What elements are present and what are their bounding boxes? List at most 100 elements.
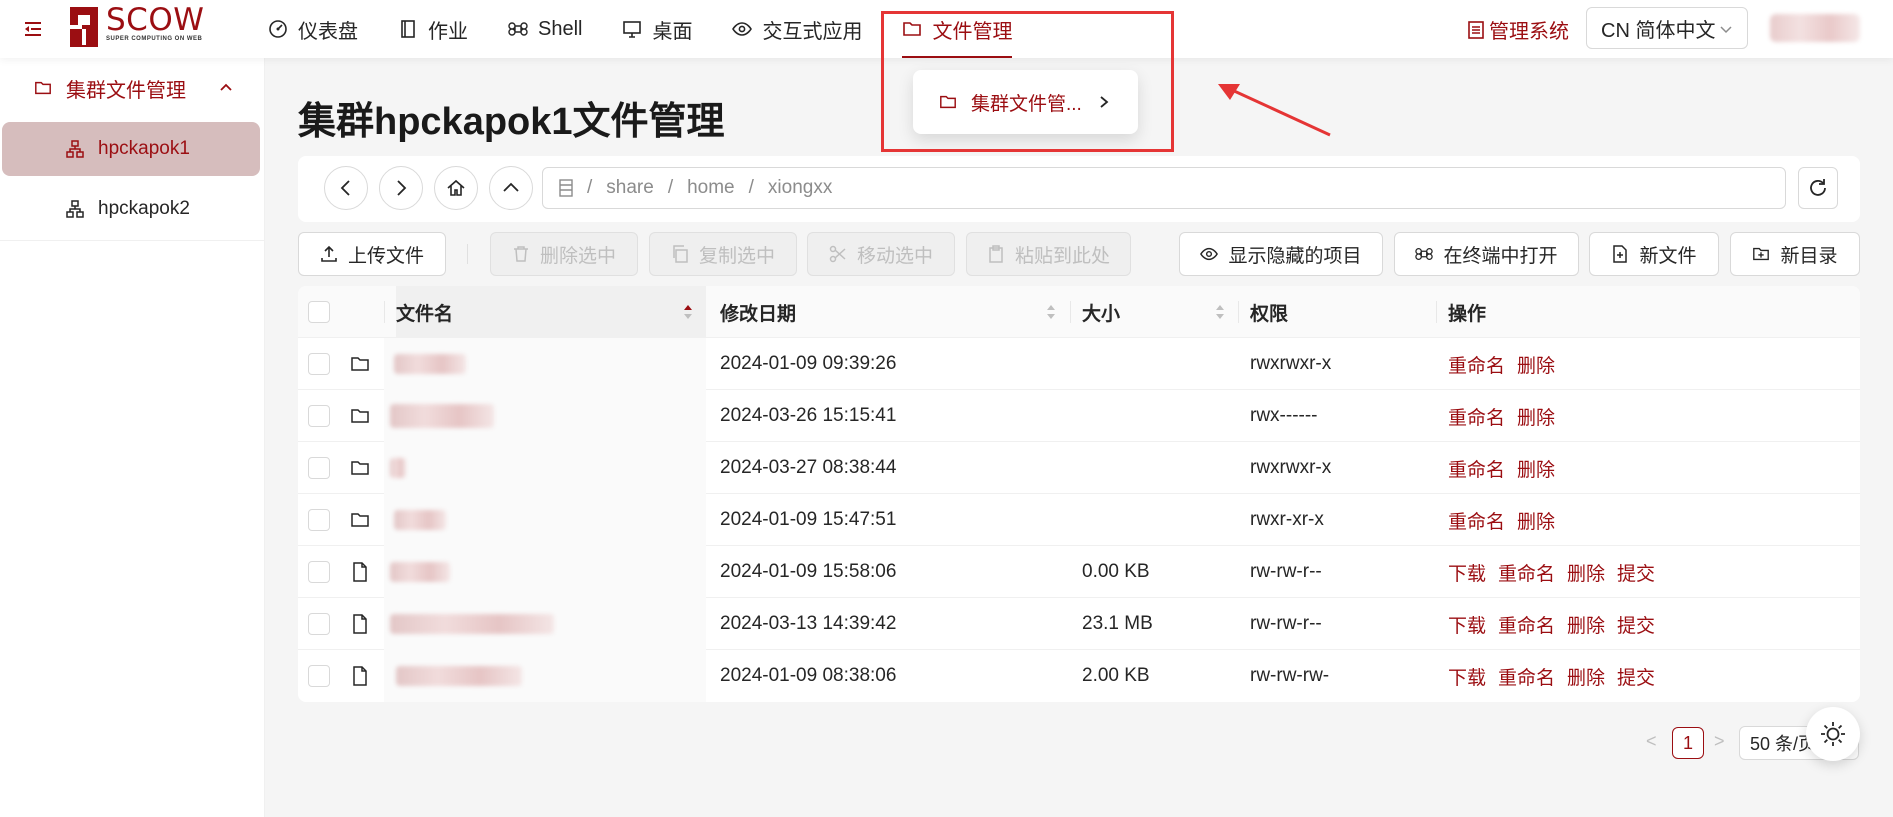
new-directory-button[interactable]: 新目录	[1730, 232, 1860, 276]
dashboard-icon	[269, 20, 287, 38]
copy-selected-button[interactable]: 复制选中	[649, 232, 797, 276]
permission: rwxrwxr-x	[1250, 457, 1332, 478]
back-button[interactable]	[324, 166, 368, 210]
rename-link[interactable]: 重命名	[1498, 663, 1555, 690]
table-row[interactable]: 2024-01-09 08:38:06 2.00 KB rw-rw-rw- 下载…	[298, 650, 1860, 702]
delete-link[interactable]: 删除	[1517, 403, 1555, 430]
table-row[interactable]: 2024-03-26 15:15:41 rwx------ 重命名 删除	[298, 390, 1860, 442]
row-checkbox[interactable]	[308, 561, 330, 583]
nav-shell[interactable]: Shell	[508, 0, 582, 58]
table-row[interactable]: 2024-01-09 15:58:06 0.00 KB rw-rw-r-- 下载…	[298, 546, 1860, 598]
breadcrumb-home[interactable]: home	[687, 177, 735, 199]
rename-link[interactable]: 重命名	[1448, 507, 1505, 534]
file-name-redacted[interactable]	[390, 562, 450, 582]
row-checkbox[interactable]	[308, 457, 330, 479]
paste-here-button[interactable]: 粘贴到此处	[966, 232, 1131, 276]
file-name-redacted[interactable]	[396, 666, 522, 686]
row-actions: 下载 重命名 删除 提交	[1448, 650, 1667, 702]
sidebar-group-cluster-files[interactable]: 集群文件管理	[0, 64, 265, 112]
forward-button[interactable]	[379, 166, 423, 210]
delete-link[interactable]: 删除	[1517, 507, 1555, 534]
theme-toggle-button[interactable]	[1806, 707, 1860, 761]
file-name-redacted[interactable]	[390, 404, 494, 428]
open-in-terminal-label: 在终端中打开	[1443, 245, 1558, 267]
file-name-redacted[interactable]	[390, 458, 406, 478]
file-size: 0.00 KB	[1082, 561, 1150, 582]
row-checkbox[interactable]	[308, 405, 330, 427]
table-row[interactable]: 2024-03-27 08:38:44 rwxrwxr-x 重命名 删除	[298, 442, 1860, 494]
sort-icon[interactable]	[1215, 302, 1225, 322]
command-icon	[508, 22, 528, 36]
submit-link[interactable]: 提交	[1617, 559, 1655, 586]
rename-link[interactable]: 重命名	[1448, 403, 1505, 430]
move-selected-button[interactable]: 移动选中	[807, 232, 955, 276]
file-name-redacted[interactable]	[394, 354, 466, 374]
row-checkbox[interactable]	[308, 665, 330, 687]
column-header-size[interactable]: 大小	[1082, 286, 1120, 338]
user-avatar[interactable]	[1770, 14, 1860, 42]
row-checkbox[interactable]	[308, 613, 330, 635]
eye-icon	[1200, 247, 1219, 261]
menu-fold-icon[interactable]	[22, 18, 44, 40]
delete-link[interactable]: 删除	[1567, 559, 1605, 586]
sidebar-item-hpckapok1[interactable]: hpckapok1	[2, 122, 260, 176]
nav-jobs[interactable]: 作业	[398, 0, 468, 58]
nav-interactive-apps[interactable]: 交互式应用	[732, 0, 862, 58]
command-icon	[1415, 247, 1434, 261]
new-file-button[interactable]: 新文件	[1589, 232, 1719, 276]
pagination-prev[interactable]: <	[1646, 731, 1662, 753]
row-checkbox[interactable]	[308, 509, 330, 531]
up-directory-button[interactable]	[489, 166, 533, 210]
sidebar-item-label: hpckapok1	[98, 138, 190, 159]
column-header-name[interactable]: 文件名	[396, 286, 706, 338]
delete-link[interactable]: 删除	[1517, 351, 1555, 378]
download-link[interactable]: 下载	[1448, 611, 1486, 638]
select-all-checkbox[interactable]	[308, 301, 330, 323]
submit-link[interactable]: 提交	[1617, 611, 1655, 638]
sidebar-item-hpckapok2[interactable]: hpckapok2	[2, 182, 260, 236]
table-row[interactable]: 2024-01-09 15:47:51 rwxr-xr-x 重命名 删除	[298, 494, 1860, 546]
file-name-redacted[interactable]	[390, 614, 554, 634]
pagination-page[interactable]: 1	[1672, 727, 1704, 759]
move-selected-label: 移动选中	[856, 245, 933, 267]
file-management-dropdown-item[interactable]: 集群文件管...	[913, 70, 1138, 134]
table-row[interactable]: 2024-03-13 14:39:42 23.1 MB rw-rw-r-- 下载…	[298, 598, 1860, 650]
show-hidden-button[interactable]: 显示隐藏的项目	[1179, 232, 1383, 276]
delete-link[interactable]: 删除	[1567, 663, 1605, 690]
delete-selected-button[interactable]: 删除选中	[490, 232, 638, 276]
table-row[interactable]: 2024-01-09 09:39:26 rwxrwxr-x 重命名 删除	[298, 338, 1860, 390]
sidebar-item-label: hpckapok2	[98, 198, 190, 219]
admin-icon	[1468, 20, 1484, 39]
rename-link[interactable]: 重命名	[1448, 351, 1505, 378]
row-checkbox[interactable]	[308, 353, 330, 375]
submit-link[interactable]: 提交	[1617, 663, 1655, 690]
path-input[interactable]: / share / home / xiongxx	[542, 167, 1786, 209]
sort-icon[interactable]	[1046, 302, 1056, 322]
open-in-terminal-button[interactable]: 在终端中打开	[1394, 232, 1579, 276]
scow-logo[interactable]: SCOW SUPER COMPUTING ON WEB	[66, 5, 204, 49]
page-title: 集群hpckapok1文件管理	[298, 101, 725, 143]
sort-ascending-icon[interactable]	[683, 302, 693, 322]
file-name-redacted[interactable]	[394, 510, 446, 530]
file-table: 文件名 修改日期 大小 权限 操作 2024-01-09 09:39:26 rw…	[298, 286, 1860, 702]
delete-link[interactable]: 删除	[1567, 611, 1605, 638]
pagination-next[interactable]: >	[1714, 731, 1730, 753]
nav-dashboard[interactable]: 仪表盘	[268, 0, 358, 58]
rename-link[interactable]: 重命名	[1448, 455, 1505, 482]
rename-link[interactable]: 重命名	[1498, 559, 1555, 586]
delete-link[interactable]: 删除	[1517, 455, 1555, 482]
scissors-icon	[829, 245, 846, 263]
breadcrumb-share[interactable]: share	[606, 177, 654, 199]
language-select[interactable]: CN 简体中文	[1586, 7, 1748, 49]
nav-desktop[interactable]: 桌面	[622, 0, 692, 58]
refresh-button[interactable]	[1798, 167, 1838, 209]
rename-link[interactable]: 重命名	[1498, 611, 1555, 638]
download-link[interactable]: 下载	[1448, 663, 1486, 690]
download-link[interactable]: 下载	[1448, 559, 1486, 586]
home-button[interactable]	[434, 166, 478, 210]
breadcrumb-xiongxx[interactable]: xiongxx	[768, 177, 832, 199]
admin-system-link[interactable]: 管理系统	[1467, 15, 1569, 44]
upload-file-button[interactable]: 上传文件	[298, 232, 446, 276]
nav-file-management[interactable]: 文件管理	[902, 0, 1013, 58]
column-header-modified[interactable]: 修改日期	[720, 286, 796, 338]
